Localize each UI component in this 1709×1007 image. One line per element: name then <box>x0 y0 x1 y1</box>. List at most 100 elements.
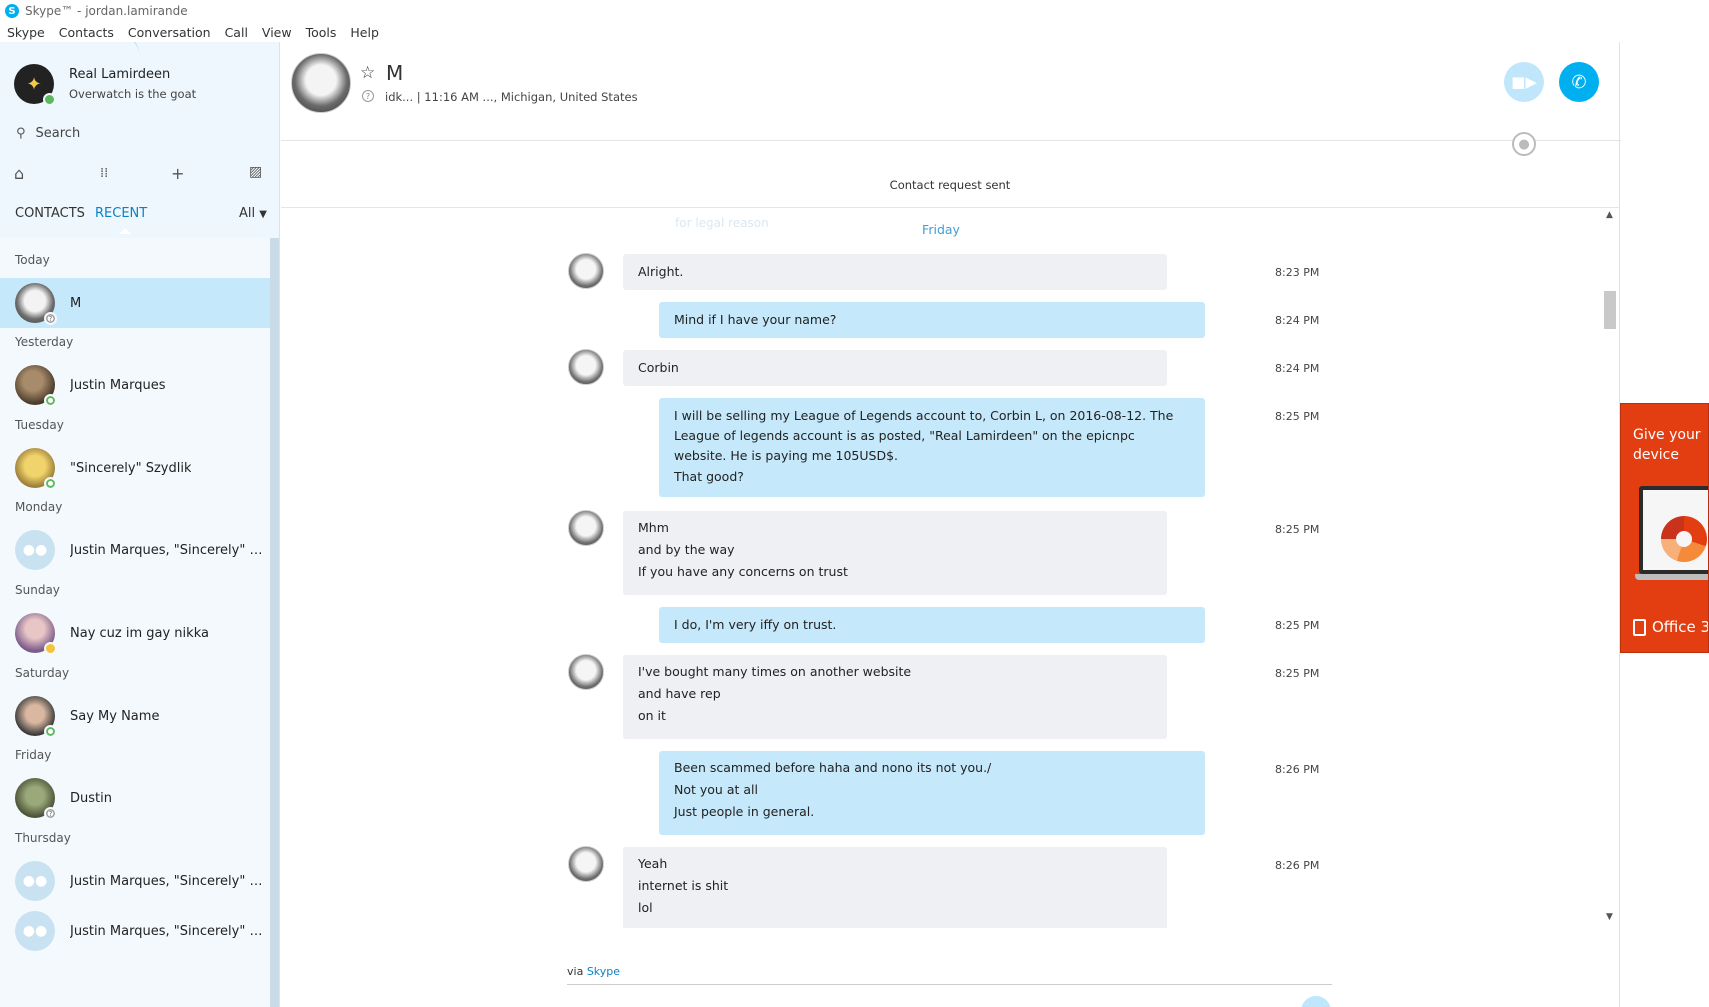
message-avatar[interactable] <box>568 654 604 690</box>
contact-avatar: ●● <box>15 911 55 951</box>
contact-avatar: ●● <box>15 530 55 570</box>
scroll-up-icon[interactable]: ▲ <box>1606 210 1613 220</box>
contact-row-group-chat[interactable]: ●● Justin Marques, "Sincerely" Sz... <box>0 525 270 575</box>
online-status-icon <box>44 394 57 407</box>
message-text: That good? <box>674 469 744 484</box>
message-time: 8:25 PM <box>1275 523 1320 536</box>
day-divider: Friday <box>922 222 960 237</box>
search-box[interactable]: ⚲ Search <box>16 126 80 141</box>
tab-recent[interactable]: RECENT <box>95 206 147 221</box>
online-status-icon <box>44 477 57 490</box>
search-label[interactable]: Search <box>36 126 81 141</box>
message-avatar[interactable] <box>568 349 604 385</box>
group-icon: ●● <box>22 542 48 558</box>
contact-name: Justin Marques, "Sincerely" Sz... <box>70 542 265 558</box>
contact-row-dustin[interactable]: ? Dustin <box>0 773 270 823</box>
office-ad-banner[interactable]: Give your device Office 36 <box>1620 403 1709 653</box>
chat-scrollbar[interactable]: ▲ ▼ <box>1603 208 1617 924</box>
unknown-status-icon: ? <box>44 807 57 820</box>
group-icon: ●● <box>22 873 48 889</box>
scroll-thumb[interactable] <box>1604 291 1616 329</box>
contact-name: Dustin <box>70 790 112 806</box>
message-bubble: Alright. <box>623 254 1167 290</box>
message-time: 8:26 PM <box>1275 763 1320 776</box>
header-divider <box>281 140 1621 141</box>
message-avatar[interactable] <box>568 253 604 289</box>
message-bubble: I've bought many times on another websit… <box>623 655 1167 739</box>
menu-call[interactable]: Call <box>225 25 248 40</box>
tab-indicator <box>119 228 131 234</box>
ad-brand-text: Office 36 <box>1652 618 1708 636</box>
scroll-down-icon[interactable]: ▼ <box>1606 912 1613 922</box>
day-label: Tuesday <box>15 418 64 432</box>
day-label: Sunday <box>15 583 60 597</box>
message-bubble: Mind if I have your name? <box>659 302 1205 338</box>
message-avatar[interactable] <box>568 846 604 882</box>
sidebar: ✦ Real Lamirdeen Overwatch is the goat ⚲… <box>0 42 280 1007</box>
contact-row-group-chat[interactable]: ●● Justin Marques, "Sincerely" Sz... <box>0 856 270 906</box>
menu-view[interactable]: View <box>262 25 292 40</box>
menu-conversation[interactable]: Conversation <box>128 25 211 40</box>
message-text: I will be selling my League of Legends a… <box>674 408 1174 463</box>
contact-name: "Sincerely" Szydlik <box>70 460 192 476</box>
home-icon[interactable]: ⌂ <box>14 164 24 183</box>
tab-contacts[interactable]: CONTACTS <box>15 206 85 221</box>
plus-icon[interactable]: + <box>171 164 184 183</box>
profile-name: Real Lamirdeen <box>69 67 171 82</box>
filter-dropdown[interactable]: All ▼ <box>239 206 267 221</box>
owl-logo-icon: ✦ <box>26 73 42 95</box>
message-text: Mind if I have your name? <box>674 312 837 327</box>
contact-row-nay[interactable]: Nay cuz im gay nikka <box>0 608 270 658</box>
contact-avatar[interactable] <box>291 53 351 113</box>
contact-row-group-chat[interactable]: ●● Justin Marques, "Sincerely" Sz... <box>0 906 270 956</box>
title-bar: S Skype™ - jordan.lamirande <box>0 0 1709 22</box>
window-title: Skype™ - jordan.lamirande <box>25 4 188 18</box>
menu-help[interactable]: Help <box>350 25 379 40</box>
message-time: 8:25 PM <box>1275 619 1320 632</box>
message-text: internet is shit <box>638 878 729 893</box>
sidebar-toolbar: ⌂ ⁞⁞ + ▨ <box>14 164 266 184</box>
via-label: via Skype <box>567 965 620 978</box>
menu-tools[interactable]: Tools <box>306 25 337 40</box>
audio-call-button[interactable]: ✆ <box>1559 62 1599 102</box>
chevron-down-icon: ▼ <box>259 209 267 220</box>
menu-contacts[interactable]: Contacts <box>59 25 114 40</box>
contact-card-icon[interactable]: ▨ <box>249 164 262 180</box>
day-label: Saturday <box>15 666 70 680</box>
message-text: lol <box>638 900 653 915</box>
contact-avatar: ●● <box>15 861 55 901</box>
message-text: I do, I'm very iffy on trust. <box>674 617 837 632</box>
video-call-button[interactable]: ■▶ <box>1504 62 1544 102</box>
favorite-star-icon[interactable]: ☆ <box>360 63 375 83</box>
message-text: and have rep <box>638 686 721 701</box>
profile-mood[interactable]: Overwatch is the goat <box>69 87 196 101</box>
message-text: Corbin <box>638 360 679 375</box>
contact-name: Justin Marques, "Sincerely" Sz... <box>70 873 265 889</box>
filter-label: All <box>239 206 256 221</box>
recent-scrollbar[interactable] <box>270 238 279 1007</box>
message-text: If you have any concerns on trust <box>638 564 848 579</box>
message-time: 8:23 PM <box>1275 266 1320 279</box>
via-skype-link[interactable]: Skype <box>587 965 620 978</box>
menu-skype[interactable]: Skype <box>7 25 45 40</box>
contact-row-szydlik[interactable]: "Sincerely" Szydlik <box>0 443 270 493</box>
contact-name: Say My Name <box>70 708 160 724</box>
contact-row-say-my-name[interactable]: Say My Name <box>0 691 270 741</box>
dialpad-icon[interactable]: ⁞⁞ <box>100 166 108 181</box>
profile-card[interactable]: ✦ Real Lamirdeen Overwatch is the goat <box>14 64 196 106</box>
message-avatar[interactable] <box>568 510 604 546</box>
contact-row-justin-marques[interactable]: Justin Marques <box>0 360 270 410</box>
message-text: on it <box>638 708 666 723</box>
conversation-title: M <box>386 61 404 85</box>
online-status-icon <box>43 93 56 106</box>
send-button[interactable] <box>1301 996 1331 1007</box>
day-label: Monday <box>15 500 63 514</box>
globe-icon[interactable]: ● <box>1512 132 1536 156</box>
profile-avatar[interactable]: ✦ <box>14 64 56 106</box>
office-logo-icon <box>1633 618 1646 636</box>
contact-row-m[interactable]: ? M <box>0 278 270 328</box>
online-status-icon <box>44 725 57 738</box>
day-label: Today <box>15 253 50 267</box>
skype-logo-icon: S <box>5 4 19 18</box>
message-time: 8:25 PM <box>1275 410 1320 423</box>
